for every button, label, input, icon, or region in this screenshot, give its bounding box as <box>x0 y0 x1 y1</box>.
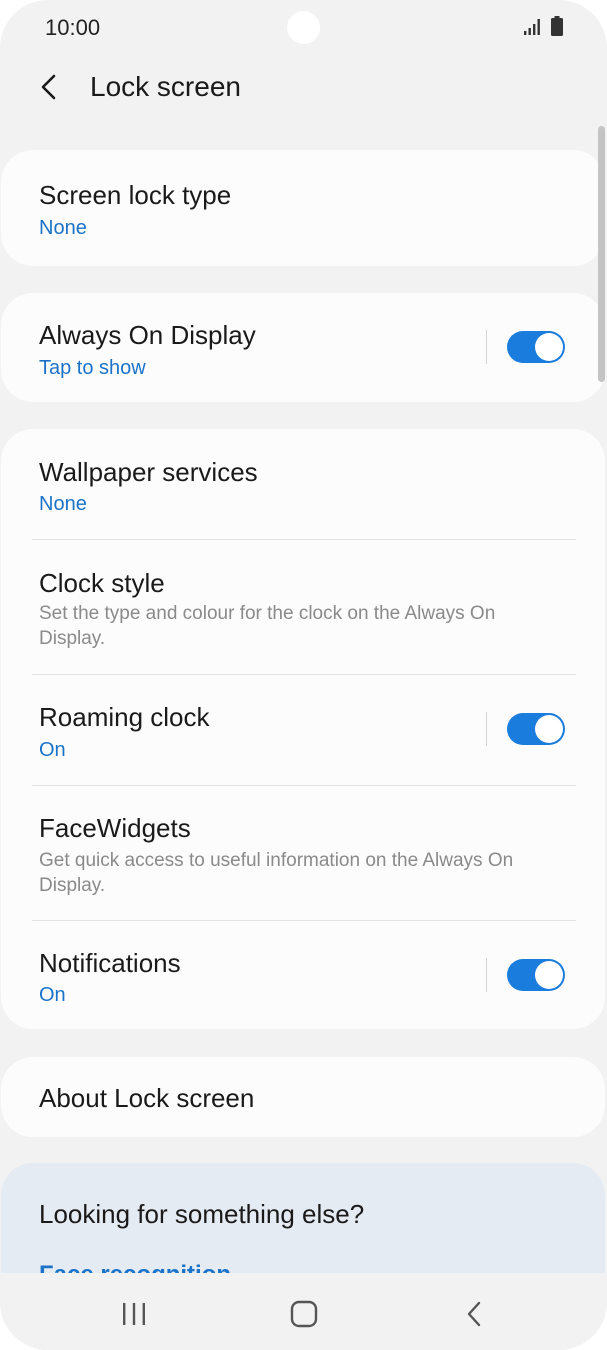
page-title: Lock screen <box>90 71 241 102</box>
switch-separator <box>486 958 487 992</box>
always-on-display-card: Always On Display Tap to show <box>1 293 605 402</box>
wallpaper-services-title: Wallpaper services <box>39 457 258 487</box>
switch-separator <box>486 712 487 746</box>
back-arrow-icon[interactable] <box>36 72 64 102</box>
app-header: Lock screen <box>0 56 607 120</box>
switch-separator <box>486 330 487 364</box>
signal-icon <box>524 19 540 35</box>
facewidgets-title: FaceWidgets <box>39 813 191 843</box>
toggle-knob <box>535 715 563 743</box>
toggle-knob <box>535 333 563 361</box>
screen-lock-type-value: None <box>39 217 87 239</box>
clock-style-item[interactable]: Clock style Set the type and colour for … <box>1 540 605 675</box>
always-on-display-toggle[interactable] <box>507 331 565 363</box>
battery-icon <box>551 16 563 36</box>
status-bar: 10:00 <box>0 0 607 56</box>
screen-lock-card: Screen lock type None <box>1 150 605 266</box>
facewidgets-description: Get quick access to useful information o… <box>39 850 514 896</box>
always-on-display-value: Tap to show <box>39 357 146 379</box>
always-on-display-title: Always On Display <box>39 320 256 350</box>
screen-lock-type-item[interactable]: Screen lock type None <box>1 150 605 266</box>
help-title: Looking for something else? <box>39 1199 365 1229</box>
scrollbar[interactable] <box>598 126 605 382</box>
always-on-display-item[interactable]: Always On Display Tap to show <box>1 293 605 402</box>
notifications-value: On <box>39 984 66 1006</box>
about-lock-screen-item[interactable]: About Lock screen <box>1 1057 605 1137</box>
notifications-item[interactable]: Notifications On <box>1 921 605 1029</box>
wallpaper-services-value: None <box>39 493 87 515</box>
roaming-clock-item[interactable]: Roaming clock On <box>1 675 605 786</box>
wallpaper-services-item[interactable]: Wallpaper services None <box>1 429 605 540</box>
roaming-clock-title: Roaming clock <box>39 702 210 732</box>
notifications-title: Notifications <box>39 948 181 978</box>
lock-screen-options-card: Wallpaper services None Clock style Set … <box>1 429 605 1029</box>
status-time: 10:00 <box>45 15 101 40</box>
toggle-knob <box>535 961 563 989</box>
roaming-clock-value: On <box>39 739 66 761</box>
screen-lock-type-title: Screen lock type <box>39 180 232 210</box>
navigation-bar <box>0 1273 607 1350</box>
clock-style-title: Clock style <box>39 568 165 598</box>
about-lock-screen-title: About Lock screen <box>39 1083 255 1113</box>
home-icon[interactable] <box>290 1300 318 1328</box>
notifications-toggle[interactable] <box>507 959 565 991</box>
facewidgets-item[interactable]: FaceWidgets Get quick access to useful i… <box>1 786 605 920</box>
clock-style-description: Set the type and colour for the clock on… <box>39 603 496 649</box>
about-card: About Lock screen <box>1 1057 605 1137</box>
roaming-clock-toggle[interactable] <box>507 713 565 745</box>
recents-icon[interactable] <box>121 1301 147 1327</box>
back-icon[interactable] <box>464 1300 484 1328</box>
front-camera <box>287 11 320 44</box>
phone-screen: 10:00 Lock screen Screen lock type None … <box>0 0 607 1350</box>
